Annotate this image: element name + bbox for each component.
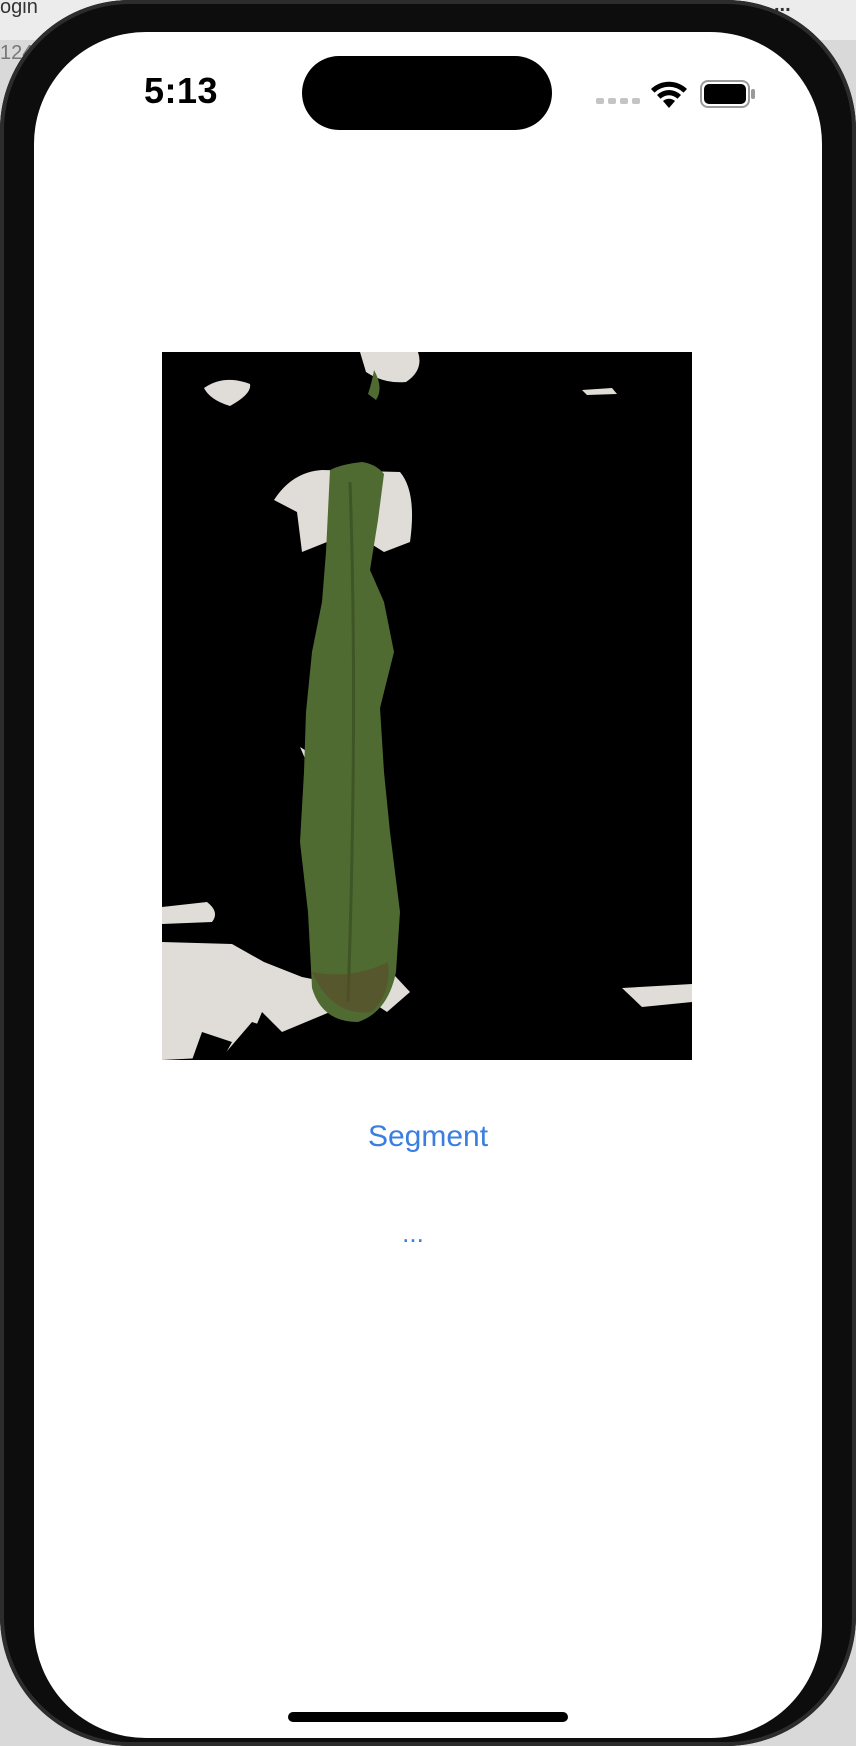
segment-button[interactable]: Segment [34,1120,822,1154]
home-indicator[interactable] [288,1712,568,1722]
battery-icon [700,80,755,108]
cellular-signal-icon [596,98,640,104]
segmented-okra-image [162,352,692,1060]
wifi-icon [651,81,687,108]
desktop-login-text: ogin [0,0,38,18]
dynamic-island [302,56,552,130]
phone-frame: 5:13 Segment ... [0,0,856,1746]
result-label: ... [402,1218,424,1248]
status-time: 5:13 [144,70,219,111]
app-screen: 5:13 Segment ... [34,32,822,1738]
